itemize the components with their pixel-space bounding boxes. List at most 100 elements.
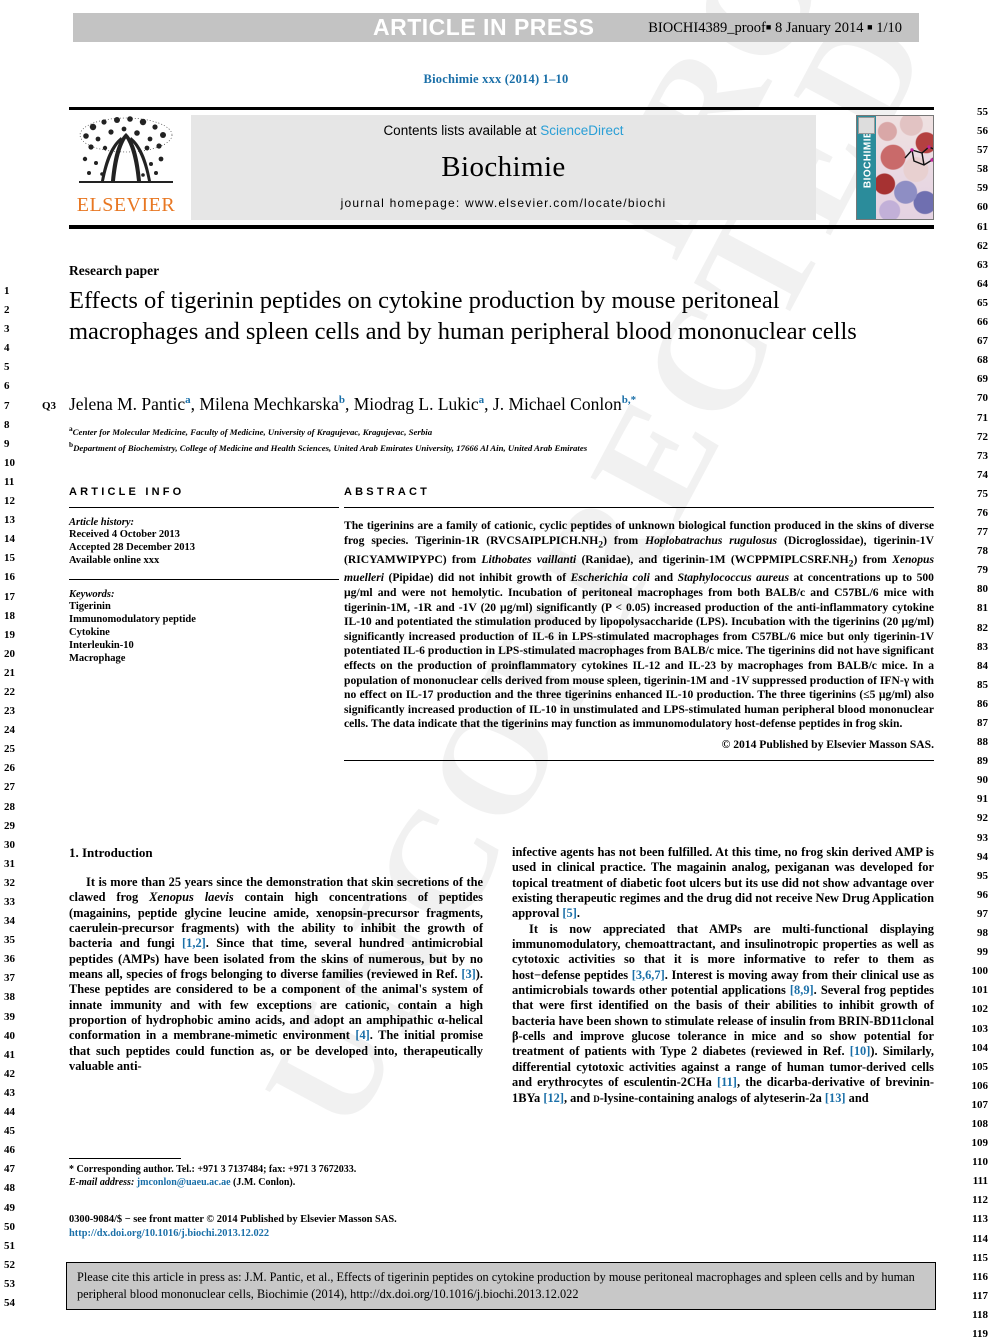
line-number: 117 bbox=[972, 1289, 988, 1302]
line-number: 81 bbox=[977, 602, 988, 615]
article-info-rule-2 bbox=[69, 578, 339, 580]
author-affiliation-marker: a bbox=[478, 394, 485, 407]
line-number: 5 bbox=[4, 361, 10, 374]
line-number: 31 bbox=[4, 857, 15, 870]
line-number: 32 bbox=[4, 876, 15, 889]
query-marker-q3: Q3 bbox=[42, 400, 57, 412]
line-number: 74 bbox=[977, 468, 988, 481]
journal-masthead: ELSEVIER Contents lists available at Sci… bbox=[69, 107, 934, 229]
proof-date: 8 January 2014 bbox=[774, 20, 864, 36]
line-number: 29 bbox=[4, 819, 15, 832]
line-numbers-left: 1 2 3 4 5 6 7 8 9 10 11 12 13 14 15 16 17 18 19 20 21 22 23 24 2… bbox=[4, 282, 38, 1313]
line-number: 44 bbox=[4, 1106, 15, 1119]
line-number: 23 bbox=[4, 705, 15, 718]
sciencedirect-link[interactable]: ScienceDirect bbox=[540, 123, 623, 138]
elsevier-tree-icon bbox=[79, 116, 173, 183]
article-history-item: Available online xxx bbox=[69, 555, 160, 567]
footnote-corresponding-line: * Corresponding author. Tel.: +971 3 713… bbox=[69, 1164, 357, 1175]
line-number: 92 bbox=[977, 812, 988, 825]
line-number: 70 bbox=[977, 392, 988, 405]
journal-cover-thumbnail: BIOCHIMIE bbox=[856, 115, 934, 220]
footnote-rule bbox=[69, 1158, 181, 1159]
line-number: 16 bbox=[4, 571, 15, 584]
proof-meta: BIOCHI4389_proof■ 8 January 2014 ■ 1/10 bbox=[648, 13, 902, 42]
line-number: 64 bbox=[977, 277, 988, 290]
proof-id: BIOCHI4389_proof bbox=[648, 20, 766, 36]
line-number: 118 bbox=[972, 1308, 988, 1321]
front-matter-block: 0300-9084/$ − see front matter © 2014 Pu… bbox=[69, 1213, 499, 1240]
journal-homepage-url[interactable]: journal homepage: www.elsevier.com/locat… bbox=[341, 196, 667, 210]
page-title: Effects of tigerinin peptides on cytokin… bbox=[69, 287, 857, 345]
keyword-item: Macrophage bbox=[69, 653, 126, 665]
line-number: 119 bbox=[972, 1328, 988, 1340]
line-number: 72 bbox=[977, 430, 988, 443]
masthead-center-panel: Contents lists available at ScienceDirec… bbox=[191, 115, 816, 220]
line-number: 11 bbox=[4, 475, 15, 488]
introduction-right-paragraphs: infective agents has not been fulfilled.… bbox=[512, 845, 934, 1106]
affiliation-b: bDepartment of Biochemistry, College of … bbox=[69, 440, 588, 453]
line-number: 109 bbox=[971, 1137, 989, 1150]
line-number: 51 bbox=[4, 1239, 15, 1252]
line-number: 7 bbox=[4, 399, 10, 412]
line-number: 116 bbox=[972, 1270, 988, 1283]
line-number: 82 bbox=[977, 621, 988, 634]
proof-page: 1/10 bbox=[876, 20, 902, 36]
square-bullet-icon: ■ bbox=[765, 22, 772, 32]
line-number: 88 bbox=[977, 736, 988, 749]
line-number: 97 bbox=[977, 907, 988, 920]
line-number: 34 bbox=[4, 915, 15, 928]
line-number: 48 bbox=[4, 1182, 15, 1195]
keywords-label: Keywords: bbox=[69, 588, 115, 600]
line-number: 94 bbox=[977, 850, 988, 863]
line-number: 62 bbox=[977, 239, 988, 252]
intro-paragraph: It is now appreciated that AMPs are mult… bbox=[512, 921, 934, 1105]
line-number: 15 bbox=[4, 552, 15, 565]
line-number: 96 bbox=[977, 888, 988, 901]
abstract-copyright: © 2014 Published by Elsevier Masson SAS. bbox=[721, 737, 934, 751]
line-number: 8 bbox=[4, 418, 10, 431]
line-number: 50 bbox=[4, 1220, 15, 1233]
author-affiliation-marker: a bbox=[185, 394, 191, 407]
line-number: 26 bbox=[4, 762, 15, 775]
line-number: 39 bbox=[4, 1010, 15, 1023]
line-number: 111 bbox=[972, 1175, 988, 1188]
elsevier-wordmark: ELSEVIER bbox=[76, 194, 176, 216]
line-number: 105 bbox=[971, 1060, 989, 1073]
line-number: 12 bbox=[4, 495, 15, 508]
line-number: 104 bbox=[971, 1041, 989, 1054]
footnote-email-line: E-mail address: jmconlon@uaeu.ac.ae (J.M… bbox=[69, 1176, 483, 1189]
line-number: 60 bbox=[977, 201, 988, 214]
line-number: 9 bbox=[4, 437, 10, 450]
line-number: 41 bbox=[4, 1048, 15, 1061]
contents-lists-text: Contents lists available at bbox=[383, 123, 541, 138]
line-number: 33 bbox=[4, 896, 15, 908]
corresponding-email-link[interactable]: jmconlon@uaeu.ac.ae bbox=[137, 1177, 231, 1188]
issn-front-matter: 0300-9084/$ − see front matter © 2014 Pu… bbox=[69, 1214, 397, 1225]
author-affiliation-marker: b,* bbox=[621, 394, 637, 407]
line-number: 18 bbox=[4, 609, 15, 622]
line-number: 93 bbox=[977, 831, 988, 844]
abstract-heading: ABSTRACT bbox=[344, 486, 431, 498]
introduction-left-paragraphs: It is more than 25 years since the demon… bbox=[69, 875, 483, 1074]
article-info-heading: ARTICLE INFO bbox=[69, 486, 185, 498]
line-number: 46 bbox=[4, 1144, 15, 1157]
line-number: 115 bbox=[972, 1251, 988, 1264]
line-number: 52 bbox=[4, 1258, 15, 1271]
abstract-text: The tigerinins are a family of cationic,… bbox=[344, 519, 934, 731]
line-number: 14 bbox=[4, 533, 15, 546]
keyword-item: Interleukin-10 bbox=[69, 640, 134, 652]
article-info-rule bbox=[69, 507, 339, 508]
line-number: 108 bbox=[971, 1117, 989, 1130]
email-address-label: E-mail address: bbox=[69, 1177, 135, 1188]
line-number: 73 bbox=[977, 449, 988, 462]
citation-instruction-box: Please cite this article in press as: J.… bbox=[66, 1262, 936, 1310]
abstract-rule-top bbox=[344, 507, 934, 508]
doi-link[interactable]: http://dx.doi.org/10.1016/j.biochi.2013.… bbox=[69, 1227, 499, 1241]
masthead-rule-top bbox=[69, 107, 934, 110]
line-number: 90 bbox=[977, 774, 988, 787]
line-number: 10 bbox=[4, 456, 15, 469]
cover-artwork bbox=[876, 116, 933, 219]
line-number: 21 bbox=[4, 666, 15, 679]
line-number: 100 bbox=[971, 965, 989, 978]
article-info-block: ARTICLE INFO Article history: Received 4… bbox=[69, 486, 339, 666]
